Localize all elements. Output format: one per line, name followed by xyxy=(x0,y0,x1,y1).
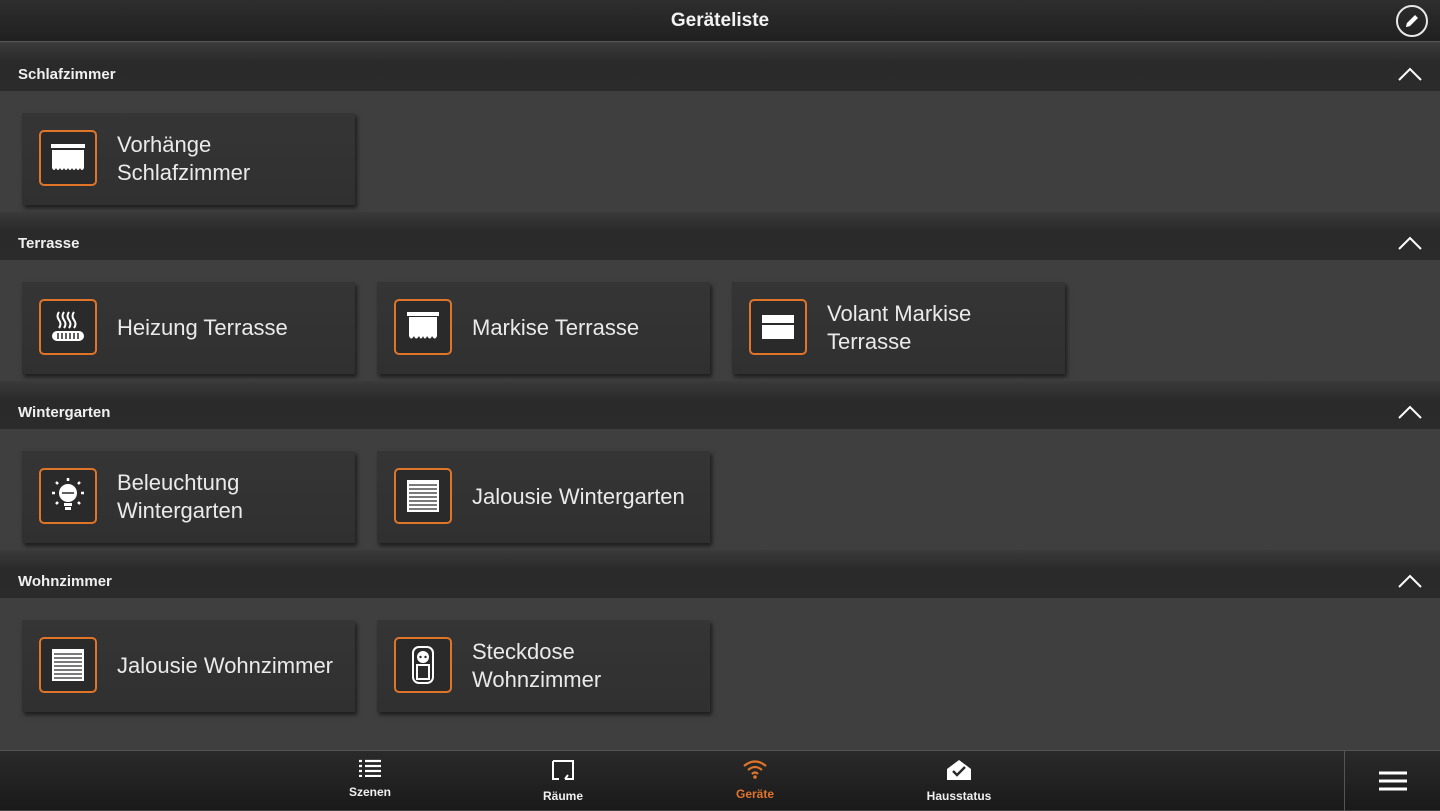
socket-icon xyxy=(412,646,434,684)
device-name: Heizung Terrasse xyxy=(117,315,288,340)
chevron-up-icon[interactable] xyxy=(1398,236,1422,250)
section-header-wintergarten[interactable]: Wintergarten xyxy=(0,381,1440,429)
device-name: Volant Markise Terrasse xyxy=(827,301,972,354)
device-name: Steckdose Wohnzimmer xyxy=(472,639,602,692)
nav-label: Hausstatus xyxy=(926,789,992,803)
nav-item-raeume[interactable]: Räume xyxy=(503,759,623,803)
section-label: Terrasse xyxy=(18,235,80,252)
page-title: Geräteliste xyxy=(670,10,770,31)
section-body-wintergarten: Beleuchtung Wintergarten Jalousie Winter… xyxy=(0,429,1440,550)
section-header-terrasse[interactable]: Terrasse xyxy=(0,212,1440,260)
nav-label: Szenen xyxy=(348,785,391,799)
curtain-icon xyxy=(51,144,85,170)
chevron-up-icon[interactable] xyxy=(1398,405,1422,419)
device-icon-box xyxy=(749,299,807,355)
device-tile[interactable]: Beleuchtung Wintergarten xyxy=(22,451,355,543)
nav-item-geraete[interactable]: Geräte xyxy=(695,759,815,801)
light-bulb-icon xyxy=(52,478,84,510)
bottom-nav: Szenen Räume Geräte Hausstatus xyxy=(0,750,1440,811)
list-icon xyxy=(359,759,381,778)
blind-icon xyxy=(407,480,439,512)
hamburger-menu-icon xyxy=(1378,771,1407,791)
wifi-icon xyxy=(743,760,767,779)
device-name: Beleuchtung Wintergarten xyxy=(117,470,243,523)
nav-label: Räume xyxy=(542,789,583,803)
device-tile[interactable]: Vorhänge Schlafzimmer xyxy=(22,113,355,205)
device-list: Schlafzimmer Vorhänge Schlafzimmer Terra… xyxy=(0,43,1440,750)
edit-button[interactable] xyxy=(1396,5,1428,37)
section-body-terrasse: Heizung Terrasse Markise Terrasse Volant… xyxy=(0,260,1440,381)
device-icon-box xyxy=(39,130,97,186)
device-icon-box xyxy=(394,468,452,524)
device-name: Jalousie Wohnzimmer xyxy=(117,653,334,678)
device-icon-box xyxy=(394,637,452,693)
nav-item-szenen[interactable]: Szenen xyxy=(310,759,430,799)
device-tile[interactable]: Heizung Terrasse xyxy=(22,282,355,374)
section-label: Wintergarten xyxy=(18,404,111,421)
section-header-schlafzimmer[interactable]: Schlafzimmer xyxy=(0,43,1440,91)
section-label: Schlafzimmer xyxy=(18,66,116,83)
device-icon-box xyxy=(39,637,97,693)
awning-valance-icon xyxy=(762,315,794,339)
device-tile[interactable]: Markise Terrasse xyxy=(377,282,710,374)
section-body-schlafzimmer: Vorhänge Schlafzimmer xyxy=(0,91,1440,212)
device-icon-box xyxy=(39,468,97,524)
device-tile[interactable]: Jalousie Wintergarten xyxy=(377,451,710,543)
device-tile[interactable]: Jalousie Wohnzimmer xyxy=(22,620,355,712)
top-bar: Geräteliste xyxy=(0,0,1440,42)
device-icon-box xyxy=(394,299,452,355)
house-check-icon xyxy=(947,760,971,780)
device-name: Jalousie Wintergarten xyxy=(472,484,685,509)
blind-icon xyxy=(52,649,84,681)
device-icon-box xyxy=(39,299,97,355)
device-name: Markise Terrasse xyxy=(472,315,640,340)
menu-button[interactable] xyxy=(1344,751,1440,811)
chevron-up-icon[interactable] xyxy=(1398,574,1422,588)
nav-item-hausstatus[interactable]: Hausstatus xyxy=(899,759,1019,803)
device-name: Vorhänge Schlafzimmer xyxy=(117,132,251,185)
device-tile[interactable]: Volant Markise Terrasse xyxy=(732,282,1065,374)
heater-icon xyxy=(52,311,84,341)
section-header-wohnzimmer[interactable]: Wohnzimmer xyxy=(0,550,1440,598)
awning-icon xyxy=(407,312,439,339)
device-tile[interactable]: Steckdose Wohnzimmer xyxy=(377,620,710,712)
section-label: Wohnzimmer xyxy=(18,573,112,590)
room-icon xyxy=(552,760,574,780)
nav-label: Geräte xyxy=(735,787,775,801)
chevron-up-icon[interactable] xyxy=(1398,67,1422,81)
section-body-wohnzimmer: Jalousie Wohnzimmer Steckdose Wohnzimmer xyxy=(0,598,1440,719)
pencil-icon xyxy=(1406,15,1418,27)
